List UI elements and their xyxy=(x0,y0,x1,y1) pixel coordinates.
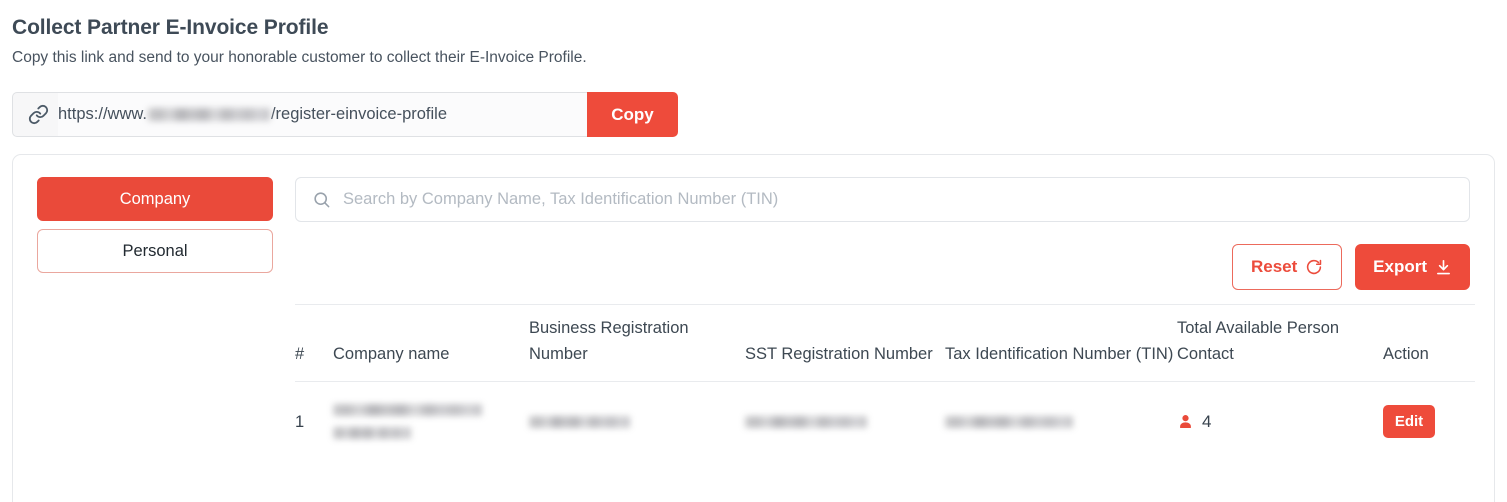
copy-link-button[interactable]: Copy xyxy=(587,92,678,137)
profiles-content: Reset Export xyxy=(273,177,1475,502)
column-header-index: # xyxy=(295,304,333,382)
download-icon xyxy=(1435,259,1452,276)
column-header-contact: Total Available Person Contact xyxy=(1177,304,1383,382)
profiles-table-head: # Company name Business Registration Num… xyxy=(295,304,1475,382)
redacted-company-name-line1 xyxy=(333,404,482,416)
contact-count-value: 4 xyxy=(1202,411,1212,431)
edit-button[interactable]: Edit xyxy=(1383,405,1435,438)
cell-sst xyxy=(745,382,945,462)
redacted-brn-value xyxy=(529,415,630,428)
share-link-prefix: https://www. xyxy=(58,105,147,123)
export-button[interactable]: Export xyxy=(1355,244,1470,290)
page-header: Collect Partner E-Invoice Profile Copy t… xyxy=(12,14,1412,70)
redacted-company-name-line2 xyxy=(333,427,411,439)
table-header-row: # Company name Business Registration Num… xyxy=(295,304,1475,382)
column-header-tin: Tax Identification Number (TIN) xyxy=(945,304,1177,382)
page-subtitle: Copy this link and send to your honorabl… xyxy=(12,49,587,66)
share-link-redacted-domain xyxy=(147,108,270,121)
share-link-row: https://www. /register-einvoice-profile C… xyxy=(12,92,678,137)
column-header-brn: Business Registration Number xyxy=(529,304,745,382)
share-link-value[interactable]: https://www. /register-einvoice-profile xyxy=(58,93,587,136)
export-button-label: Export xyxy=(1373,257,1427,276)
share-link-suffix: /register-einvoice-profile xyxy=(270,105,448,123)
column-header-sst: SST Registration Number xyxy=(745,304,945,382)
redacted-sst-value xyxy=(745,415,867,428)
nav-item-personal[interactable]: Personal xyxy=(37,229,273,273)
page-title: Collect Partner E-Invoice Profile xyxy=(12,16,329,39)
reset-button-label: Reset xyxy=(1251,257,1298,276)
column-header-company: Company name xyxy=(333,304,529,382)
search-input[interactable] xyxy=(343,179,1469,220)
profiles-card: Company Personal Search by Company Name,… xyxy=(12,154,1495,502)
share-link-input-wrap[interactable]: https://www. /register-einvoice-profile xyxy=(12,92,587,137)
collect-partner-einvoice-page: Collect Partner E-Invoice Profile Copy t… xyxy=(0,0,1507,502)
person-icon xyxy=(1177,413,1194,431)
profiles-table-body: 1 4 Edit xyxy=(295,382,1475,462)
profile-type-nav: Company Personal xyxy=(37,177,273,502)
cell-company-name xyxy=(333,382,529,462)
search-bar[interactable] xyxy=(295,177,1470,222)
refresh-icon xyxy=(1305,258,1323,276)
reset-button[interactable]: Reset xyxy=(1232,244,1343,290)
cell-action: Edit xyxy=(1383,382,1475,462)
contact-count-wrap: 4 xyxy=(1177,410,1383,434)
table-row: 1 4 Edit xyxy=(295,382,1475,462)
profiles-table: # Company name Business Registration Num… xyxy=(295,304,1475,461)
column-header-action: Action xyxy=(1383,304,1475,382)
cell-brn xyxy=(529,382,745,462)
table-actions: Reset Export xyxy=(295,244,1470,290)
link-icon xyxy=(27,104,49,126)
nav-item-company[interactable]: Company xyxy=(37,177,273,221)
search-icon xyxy=(312,190,331,209)
cell-contact-count: 4 xyxy=(1177,382,1383,462)
redacted-tin-value xyxy=(945,415,1073,428)
cell-tin xyxy=(945,382,1177,462)
cell-index: 1 xyxy=(295,412,305,431)
profiles-card-inner: Company Personal Search by Company Name,… xyxy=(13,155,1494,502)
